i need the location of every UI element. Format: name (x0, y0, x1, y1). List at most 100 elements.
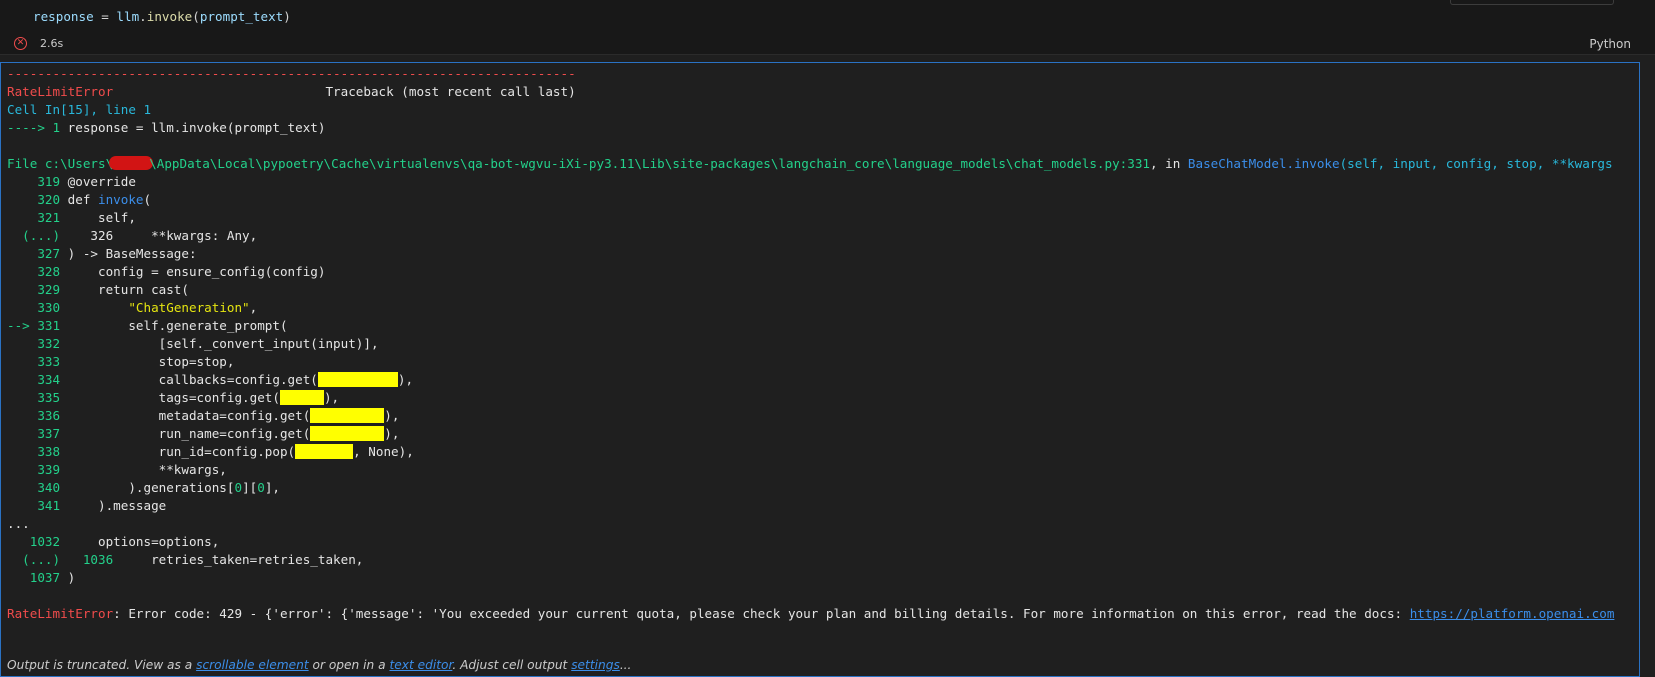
code-text: [self._convert_input(input)], (60, 336, 379, 351)
cell-status-bar: ✕ 2.6s Python (0, 34, 1655, 55)
code-token: invoke (146, 9, 193, 24)
source-line: 337 run_name=config.get(), (7, 425, 1639, 443)
source-line: 336 metadata=config.get(), (7, 407, 1639, 425)
code-text: callbacks=config.get( (60, 372, 318, 387)
code-token: response (33, 9, 94, 24)
line-number: 338 (7, 444, 61, 459)
code-text: ) (60, 570, 76, 585)
line-number: 335 (7, 390, 61, 405)
code-text: def (60, 192, 98, 207)
code-text: ), (384, 408, 400, 423)
notice-text: . Adjust cell output (452, 658, 572, 672)
line-number: 333 (7, 354, 61, 369)
final-error-line: RateLimitError: Error code: 429 - {'erro… (7, 605, 1639, 623)
code-text: ).message (60, 498, 167, 513)
notice-text: or open in a (308, 658, 390, 672)
redacted-key (279, 390, 324, 405)
line-number: 339 (7, 462, 61, 477)
error-circle-icon[interactable]: ✕ (14, 37, 27, 50)
code-text: , None), (353, 444, 414, 459)
line-number: 1032 (7, 534, 61, 549)
code-text: 326 **kwargs: Any, (60, 228, 258, 243)
settings-link[interactable]: settings (571, 658, 620, 672)
execution-time: 2.6s (40, 37, 64, 50)
index-number: 0 (257, 480, 265, 495)
code-text: return cast( (60, 282, 189, 297)
code-text: run_id=config.pop( (60, 444, 296, 459)
source-line: 333 stop=stop, (7, 353, 1639, 371)
line-number: 327 (7, 246, 61, 261)
find-widget-edge (1450, 0, 1614, 5)
line-number: 340 (7, 480, 61, 495)
line-number: 320 (7, 192, 61, 207)
cell-output[interactable]: ----------------------------------------… (0, 62, 1640, 677)
cell-reference: Cell In[15], line 1 (7, 102, 152, 117)
source-line: 319 @override (7, 173, 1639, 191)
line-number: 332 (7, 336, 61, 351)
code-text: ][ (242, 480, 258, 495)
source-line: 334 callbacks=config.get(), (7, 371, 1639, 389)
code-token: ( (192, 9, 200, 24)
text-editor-link[interactable]: text editor (389, 658, 452, 672)
line-number: 337 (7, 426, 61, 441)
docs-link[interactable]: https://platform.openai.com (1410, 606, 1615, 621)
source-listing: 319 @override 320 def invoke( 321 self, … (7, 173, 1639, 515)
source-line: 332 [self._convert_input(input)], (7, 335, 1639, 353)
cell-language-button[interactable]: Python (1589, 37, 1631, 51)
file-in: , in (1150, 156, 1188, 171)
code-text: metadata=config.get( (60, 408, 311, 423)
traceback-separator: ----------------------------------------… (7, 66, 576, 81)
line-number: (...) (7, 228, 61, 243)
output-truncated-notice: Output is truncated. View as a scrollabl… (7, 654, 631, 676)
ellipsis: ... (7, 516, 30, 531)
source-line: 327 ) -> BaseMessage: (7, 245, 1639, 263)
source-line: 320 def invoke( (7, 191, 1639, 209)
code-text: retries_taken=retries_taken, (113, 552, 364, 567)
code-token: prompt_text (199, 9, 284, 24)
code-text: tags=config.get( (60, 390, 280, 405)
code-token: llm (116, 9, 140, 24)
code-text: ).generations[ (60, 480, 235, 495)
line-number: 341 (7, 498, 61, 513)
traceback: ----------------------------------------… (7, 65, 1639, 623)
line-number: 1036 (60, 552, 114, 567)
index-number: 0 (234, 480, 243, 495)
line-number: --> 331 (7, 318, 61, 333)
code-text: ), (397, 372, 414, 387)
line-number: 321 (7, 210, 61, 225)
source-line: 341 ).message (7, 497, 1639, 515)
traceback-header: RateLimitError Traceback (most recent ca… (7, 83, 1639, 101)
code-text: stop=stop, (60, 354, 235, 369)
traceback-title: Traceback (most recent call last) (113, 84, 576, 99)
code-token: = (93, 9, 117, 24)
source-line: 330 "ChatGeneration", (7, 299, 1639, 317)
line-number: ----> 1 (7, 120, 61, 135)
code-text: options=options, (60, 534, 220, 549)
traceback-code-line: ----> 1 response = llm.invoke(prompt_tex… (7, 119, 1639, 137)
code-cell-input[interactable]: response = llm.invoke(prompt_text) (0, 0, 1655, 34)
source-line: 339 **kwargs, (7, 461, 1639, 479)
line-number: 319 (7, 174, 61, 189)
source-line: 1037 ) (7, 569, 1639, 587)
scrollable-element-link[interactable]: scrollable element (196, 658, 309, 672)
code-text: **kwargs, (60, 462, 227, 477)
error-message: : Error code: 429 - {'error': {'message'… (113, 606, 1410, 621)
line-number: (...) (7, 552, 61, 567)
code-text: , (249, 300, 258, 315)
file-reference: File c:\Users\ \AppData\Local\pypoetry\Ca… (7, 155, 1639, 173)
source-line: 329 return cast( (7, 281, 1639, 299)
source-line: (...) 1036 retries_taken=retries_taken, (7, 551, 1639, 569)
code-text: ), (323, 390, 340, 405)
source-line: 335 tags=config.get(), (7, 389, 1639, 407)
redacted-key (295, 444, 354, 459)
code-text: @override (60, 174, 136, 189)
source-line: 328 config = ensure_config(config) (7, 263, 1639, 281)
line-number: 330 (7, 300, 61, 315)
redacted-username (109, 156, 154, 170)
code-text: ), (384, 426, 400, 441)
line-number: 334 (7, 372, 61, 387)
code-text: run_name=config.get( (60, 426, 311, 441)
function-name: invoke (98, 192, 144, 207)
code-text: config = ensure_config(config) (60, 264, 326, 279)
